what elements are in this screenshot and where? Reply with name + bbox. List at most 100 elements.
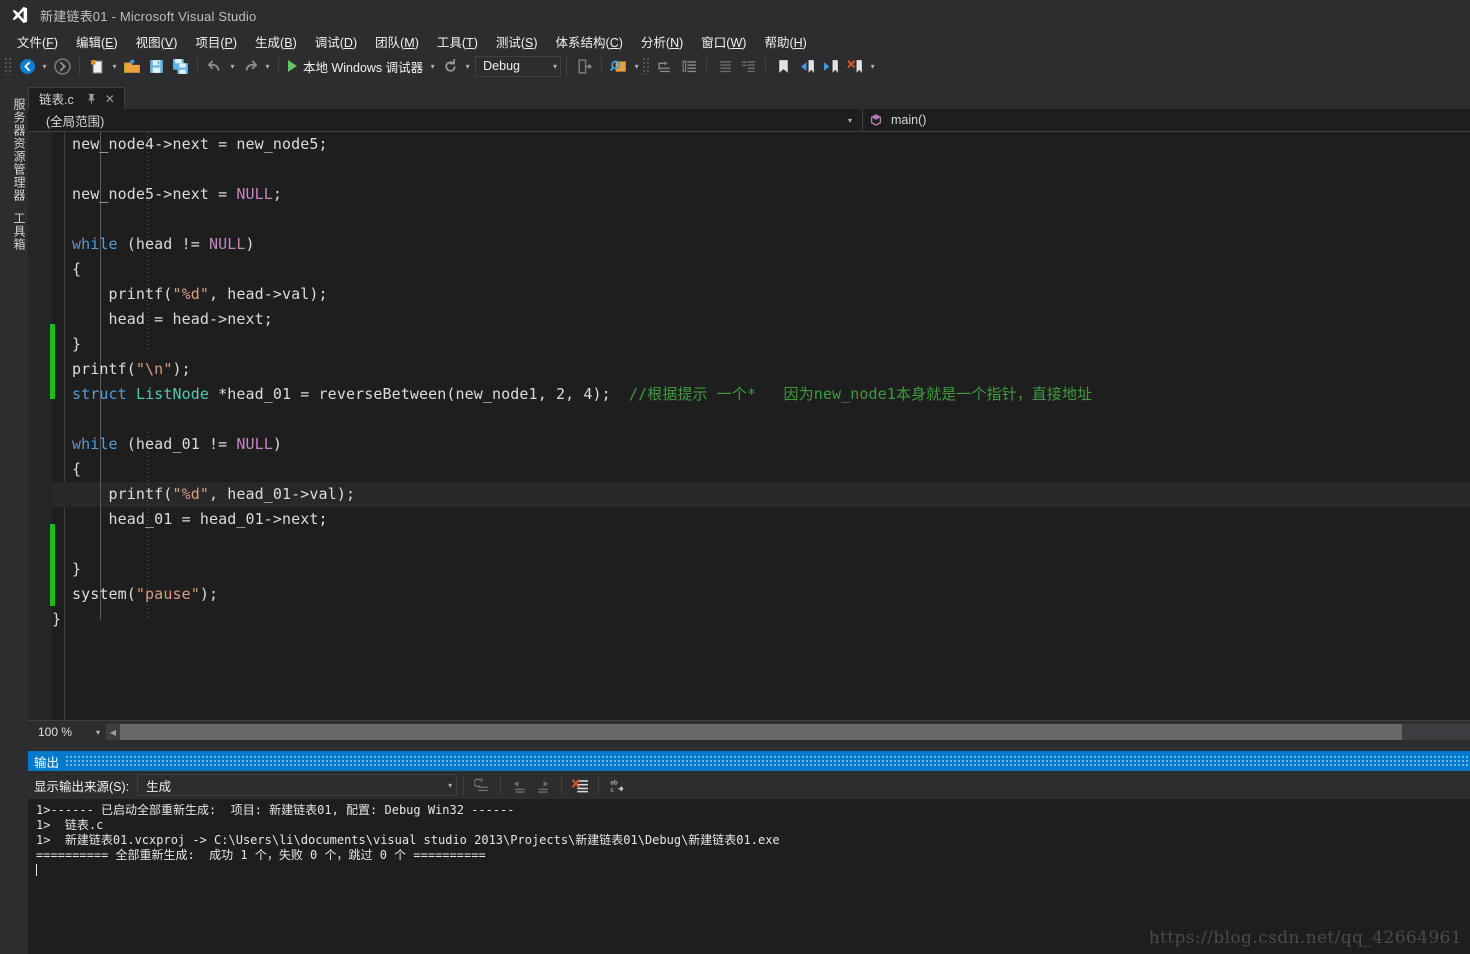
menu-architecture[interactable]: 体系结构(C)	[547, 30, 632, 53]
output-line: ========== 全部重新生成: 成功 1 个，失败 0 个，跳过 0 个 …	[36, 848, 486, 862]
start-debugging-dropdown[interactable]: ▾	[427, 55, 438, 77]
step-into-icon[interactable]	[573, 55, 595, 77]
next-message-icon[interactable]	[531, 774, 555, 796]
restart-dropdown[interactable]: ▾	[462, 55, 473, 77]
horizontal-scrollbar-thumb[interactable]	[120, 724, 1402, 740]
toolbar-grip[interactable]	[4, 57, 13, 75]
new-item-icon[interactable]	[86, 55, 108, 77]
redo-icon[interactable]	[239, 55, 261, 77]
find-dropdown[interactable]: ▾	[631, 55, 642, 77]
restart-icon[interactable]	[439, 55, 461, 77]
output-source-combo[interactable]: 生成 ▾	[137, 774, 458, 796]
next-bookmark-icon[interactable]	[820, 55, 842, 77]
menu-tools[interactable]: 工具(T)	[428, 30, 487, 53]
save-icon[interactable]	[145, 55, 167, 77]
outlining-column	[64, 132, 65, 720]
chevron-down-icon: ▾	[847, 115, 852, 125]
blog-watermark: https://blog.csdn.net/qq_42664961	[1148, 928, 1462, 948]
toolbar-grip[interactable]	[642, 57, 652, 75]
save-all-icon[interactable]	[169, 55, 191, 77]
new-item-dropdown[interactable]: ▾	[109, 55, 120, 77]
undo-dropdown[interactable]: ▾	[227, 55, 238, 77]
visual-studio-logo-icon	[8, 4, 30, 26]
menu-edit[interactable]: 编辑(E)	[67, 30, 127, 53]
source-code-closing-brace: }	[52, 610, 62, 628]
document-tab-label: 链表.c	[39, 93, 74, 107]
sidebar-item-server-explorer[interactable]: 服务器资源管理器	[0, 92, 28, 208]
editor-gutter	[28, 132, 52, 720]
chevron-down-icon: ▾	[448, 780, 453, 790]
zoom-combo[interactable]: 100 % ▾	[32, 723, 103, 741]
go-to-message-icon[interactable]	[470, 774, 494, 796]
chevron-down-icon: ▾	[553, 61, 558, 71]
start-debugging-button[interactable]: 本地 Windows 调试器	[284, 55, 427, 77]
open-file-icon[interactable]	[121, 55, 143, 77]
toolbar-separator	[278, 57, 279, 75]
panel-drag-grip[interactable]	[65, 755, 1470, 767]
source-code[interactable]: new_node4->next = new_node5; new_node5->…	[72, 132, 1092, 607]
navigate-back-dropdown[interactable]: ▾	[39, 55, 50, 77]
menu-project[interactable]: 项目(P)	[186, 30, 246, 53]
horizontal-scrollbar[interactable]: ◀	[106, 724, 1470, 740]
uncomment-selection-icon[interactable]	[678, 55, 700, 77]
code-editor-surface[interactable]: new_node4->next = new_node5; new_node5->…	[28, 132, 1470, 720]
output-line: 1> 链表.c	[36, 818, 104, 832]
menu-window[interactable]: 窗口(W)	[692, 30, 755, 53]
previous-message-icon[interactable]	[507, 774, 531, 796]
scroll-left-arrow-icon[interactable]: ◀	[106, 724, 120, 740]
toolbar-overflow-button[interactable]: ▾	[867, 55, 878, 77]
svg-text:c: c	[610, 785, 614, 793]
editor-region: 链表.c ✕ (全局范围) ▾ main() new_node4->next =…	[28, 87, 1470, 743]
output-source-value: 生成	[146, 779, 172, 794]
menu-team[interactable]: 团队(M)	[366, 30, 428, 53]
navigate-forward-icon[interactable]	[51, 55, 73, 77]
menu-file[interactable]: 文件(F)	[8, 30, 67, 53]
configuration-combo[interactable]: Debug ▾	[475, 55, 562, 77]
toggle-bookmark-icon[interactable]	[772, 55, 794, 77]
toolbar-separator	[79, 57, 80, 75]
toolbar-separator	[197, 57, 198, 75]
redo-dropdown[interactable]: ▾	[262, 55, 273, 77]
decrease-indent-icon[interactable]	[737, 55, 759, 77]
output-line: 1>------ 已启动全部重新生成: 项目: 新建链表01, 配置: Debu…	[36, 803, 515, 817]
toolbar-separator	[500, 776, 502, 794]
comment-selection-icon[interactable]	[654, 55, 676, 77]
play-icon	[288, 60, 297, 72]
document-tab-linkedlist-c[interactable]: 链表.c ✕	[28, 87, 125, 109]
member-combo[interactable]: main()	[863, 109, 1470, 131]
scope-combo[interactable]: (全局范围) ▾	[28, 109, 863, 131]
output-panel-title-bar[interactable]: 输出	[28, 751, 1470, 771]
menu-help[interactable]: 帮助(H)	[755, 30, 815, 53]
title-bar: 新建链表01 - Microsoft Visual Studio	[0, 0, 1470, 30]
close-icon[interactable]: ✕	[102, 91, 118, 107]
toolbar-separator	[706, 57, 708, 75]
menu-build[interactable]: 生成(B)	[246, 30, 306, 53]
previous-bookmark-icon[interactable]	[796, 55, 818, 77]
output-text[interactable]: 1>------ 已启动全部重新生成: 项目: 新建链表01, 配置: Debu…	[28, 799, 1470, 878]
sidebar-item-toolbox[interactable]: 工具箱	[0, 206, 28, 257]
menu-view[interactable]: 视图(V)	[127, 30, 187, 53]
clear-bookmarks-icon[interactable]	[844, 55, 866, 77]
output-panel-title: 输出	[34, 755, 60, 770]
change-bar-saved	[50, 524, 55, 606]
menu-debug[interactable]: 调试(D)	[306, 30, 366, 53]
pin-icon[interactable]	[84, 91, 100, 107]
change-bar-saved	[50, 324, 55, 399]
window-title: 新建链表01 - Microsoft Visual Studio	[40, 8, 257, 24]
configuration-value: Debug	[483, 59, 520, 73]
toggle-word-wrap-icon[interactable]: ab c	[605, 774, 629, 796]
document-tab-strip: 链表.c ✕	[28, 87, 1470, 109]
menu-analyze[interactable]: 分析(N)	[632, 30, 692, 53]
clear-all-icon[interactable]	[568, 774, 592, 796]
navigate-back-icon[interactable]	[16, 55, 38, 77]
text-caret	[36, 864, 37, 876]
standard-toolbar: ▾ ▾ ▾ ▾ 本地 Windows 调试器 ▾ ▾ Debug ▾ ▾ ▾	[0, 52, 1470, 80]
output-panel-toolbar: 显示输出来源(S): 生成 ▾ ab c	[28, 771, 1470, 799]
menu-test[interactable]: 测试(S)	[487, 30, 547, 53]
undo-icon[interactable]	[204, 55, 226, 77]
find-in-files-icon[interactable]	[608, 55, 630, 77]
output-source-label: 显示输出来源(S):	[34, 779, 130, 794]
increase-indent-icon[interactable]	[713, 55, 735, 77]
scope-value: (全局范围)	[46, 114, 105, 129]
output-panel: 输出 显示输出来源(S): 生成 ▾ ab c 1>------ 已启动全部重新…	[28, 751, 1470, 954]
